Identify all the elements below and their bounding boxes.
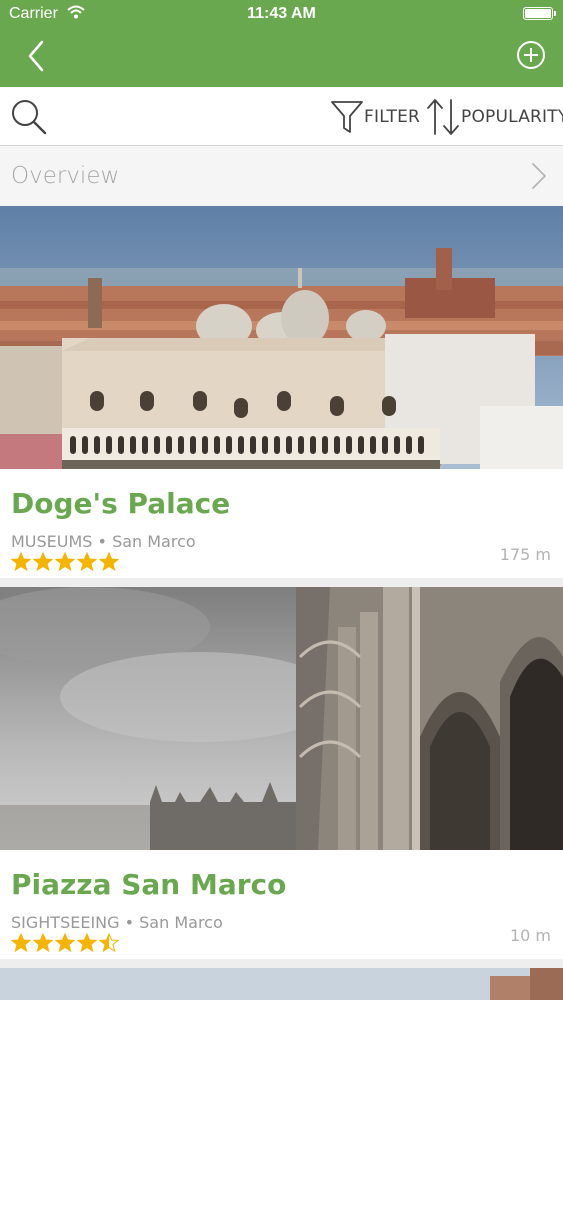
star-icon (11, 933, 31, 953)
star-icon (55, 933, 75, 953)
search-button[interactable] (10, 98, 48, 136)
status-time: 11:43 AM (247, 5, 316, 22)
place-card[interactable]: Piazza San Marco SIGHTSEEING • San Marco… (0, 587, 563, 959)
place-photo (0, 587, 563, 850)
plus-circle-icon (517, 41, 545, 69)
funnel-icon (331, 101, 363, 133)
star-icon (33, 933, 53, 953)
overview-label: Overview (11, 163, 120, 189)
place-title: Doge's Palace (11, 487, 231, 520)
place-card[interactable] (0, 968, 563, 1000)
chevron-left-icon (28, 40, 44, 72)
star-icon (55, 552, 75, 572)
place-distance: 175 m (499, 545, 551, 564)
rating-stars (11, 933, 119, 953)
chevron-right-icon (532, 163, 546, 189)
filter-label: FILTER (364, 107, 421, 127)
place-title: Piazza San Marco (11, 868, 287, 901)
nav-bar (0, 28, 563, 87)
star-icon (77, 933, 97, 953)
place-category-area: SIGHTSEEING • San Marco (11, 913, 223, 932)
card-divider (0, 959, 563, 968)
place-card[interactable]: Doge's Palace MUSEUMS • San Marco 175 m (0, 206, 563, 578)
star-icon (77, 552, 97, 572)
overview-row[interactable]: Overview (0, 146, 563, 206)
place-photo (0, 206, 563, 469)
card-divider (0, 578, 563, 587)
back-button[interactable] (22, 36, 52, 76)
place-photo (0, 968, 563, 1231)
sort-arrows-icon (427, 99, 459, 135)
place-category-area: MUSEUMS • San Marco (11, 532, 196, 551)
add-button[interactable] (516, 40, 546, 70)
sort-button[interactable]: POPULARITY (425, 97, 563, 137)
search-icon (12, 100, 47, 135)
star-icon (33, 552, 53, 572)
filter-button[interactable]: FILTER (330, 99, 420, 135)
star-icon (99, 933, 119, 953)
toolbar: FILTER POPULARITY (0, 87, 563, 146)
status-bar: Carrier 11:43 AM (0, 0, 563, 28)
place-distance: 10 m (509, 926, 551, 945)
star-icon (11, 552, 31, 572)
star-icon (99, 552, 119, 572)
battery-icon (523, 7, 556, 20)
rating-stars (11, 552, 119, 572)
sort-label: POPULARITY (461, 107, 563, 127)
